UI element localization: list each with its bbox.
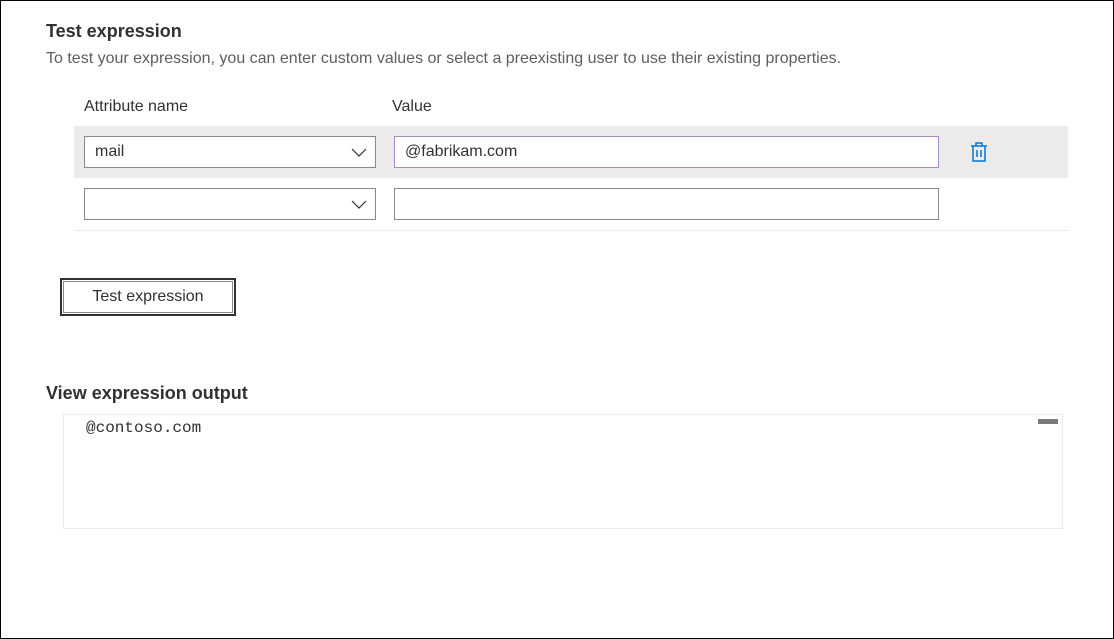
delete-icon[interactable] bbox=[969, 141, 989, 163]
value-input[interactable] bbox=[394, 188, 939, 220]
attribute-table: Attribute name Value mail bbox=[74, 98, 1068, 231]
chevron-down-icon bbox=[351, 148, 365, 156]
table-row bbox=[74, 178, 1068, 231]
test-expression-button[interactable]: Test expression bbox=[63, 281, 233, 313]
value-header: Value bbox=[392, 98, 432, 115]
table-row: mail bbox=[74, 126, 1068, 178]
output-section-title: View expression output bbox=[46, 383, 1068, 404]
attribute-name-dropdown[interactable]: mail bbox=[84, 136, 376, 168]
expression-output[interactable]: @contoso.com bbox=[63, 414, 1063, 529]
attribute-name-header: Attribute name bbox=[84, 98, 188, 115]
chevron-down-icon bbox=[351, 200, 365, 208]
test-expression-title: Test expression bbox=[46, 21, 1068, 42]
attribute-name-dropdown[interactable] bbox=[84, 188, 376, 220]
table-header-row: Attribute name Value bbox=[74, 98, 1068, 116]
test-expression-description: To test your expression, you can enter c… bbox=[46, 50, 1068, 68]
value-input[interactable] bbox=[394, 136, 939, 168]
attribute-name-selected: mail bbox=[95, 143, 124, 161]
